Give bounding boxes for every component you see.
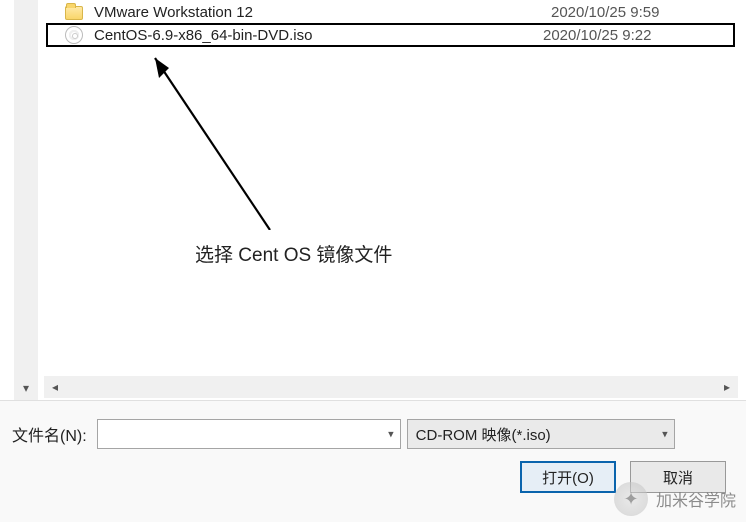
- filename-input[interactable]: ▾: [97, 419, 401, 449]
- file-name: VMware Workstation 12: [94, 4, 551, 21]
- vertical-scrollbar[interactable]: ▾: [14, 0, 38, 400]
- open-button[interactable]: 打开(O): [520, 461, 616, 493]
- scroll-right-arrow-icon[interactable]: ▸: [716, 376, 738, 398]
- chevron-down-icon: ▾: [662, 428, 668, 441]
- filetype-value: CD-ROM 映像(*.iso): [416, 424, 551, 445]
- filetype-select[interactable]: CD-ROM 映像(*.iso) ▾: [407, 419, 675, 449]
- horizontal-scrollbar[interactable]: ◂ ▸: [44, 376, 738, 398]
- filename-field[interactable]: [98, 420, 400, 448]
- file-name: CentOS-6.9-x86_64-bin-DVD.iso: [94, 27, 543, 44]
- file-row-folder[interactable]: VMware Workstation 12 2020/10/25 9:59: [40, 0, 741, 24]
- dialog-footer: 文件名(N): ▾ CD-ROM 映像(*.iso) ▾ 打开(O) 取消: [0, 400, 746, 522]
- cancel-button[interactable]: 取消: [630, 461, 726, 493]
- disc-icon: [64, 25, 84, 45]
- filename-label: 文件名(N):: [12, 422, 87, 446]
- file-list: VMware Workstation 12 2020/10/25 9:59 Ce…: [40, 0, 741, 400]
- folder-icon: [64, 2, 84, 22]
- scroll-down-arrow-icon[interactable]: ▾: [14, 376, 38, 400]
- file-date: 2020/10/25 9:22: [543, 27, 723, 44]
- file-date: 2020/10/25 9:59: [551, 4, 731, 21]
- file-row-iso-selected[interactable]: CentOS-6.9-x86_64-bin-DVD.iso 2020/10/25…: [46, 23, 735, 47]
- scroll-left-arrow-icon[interactable]: ◂: [44, 376, 66, 398]
- annotation-label: 选择 Cent OS 镜像文件: [195, 240, 392, 267]
